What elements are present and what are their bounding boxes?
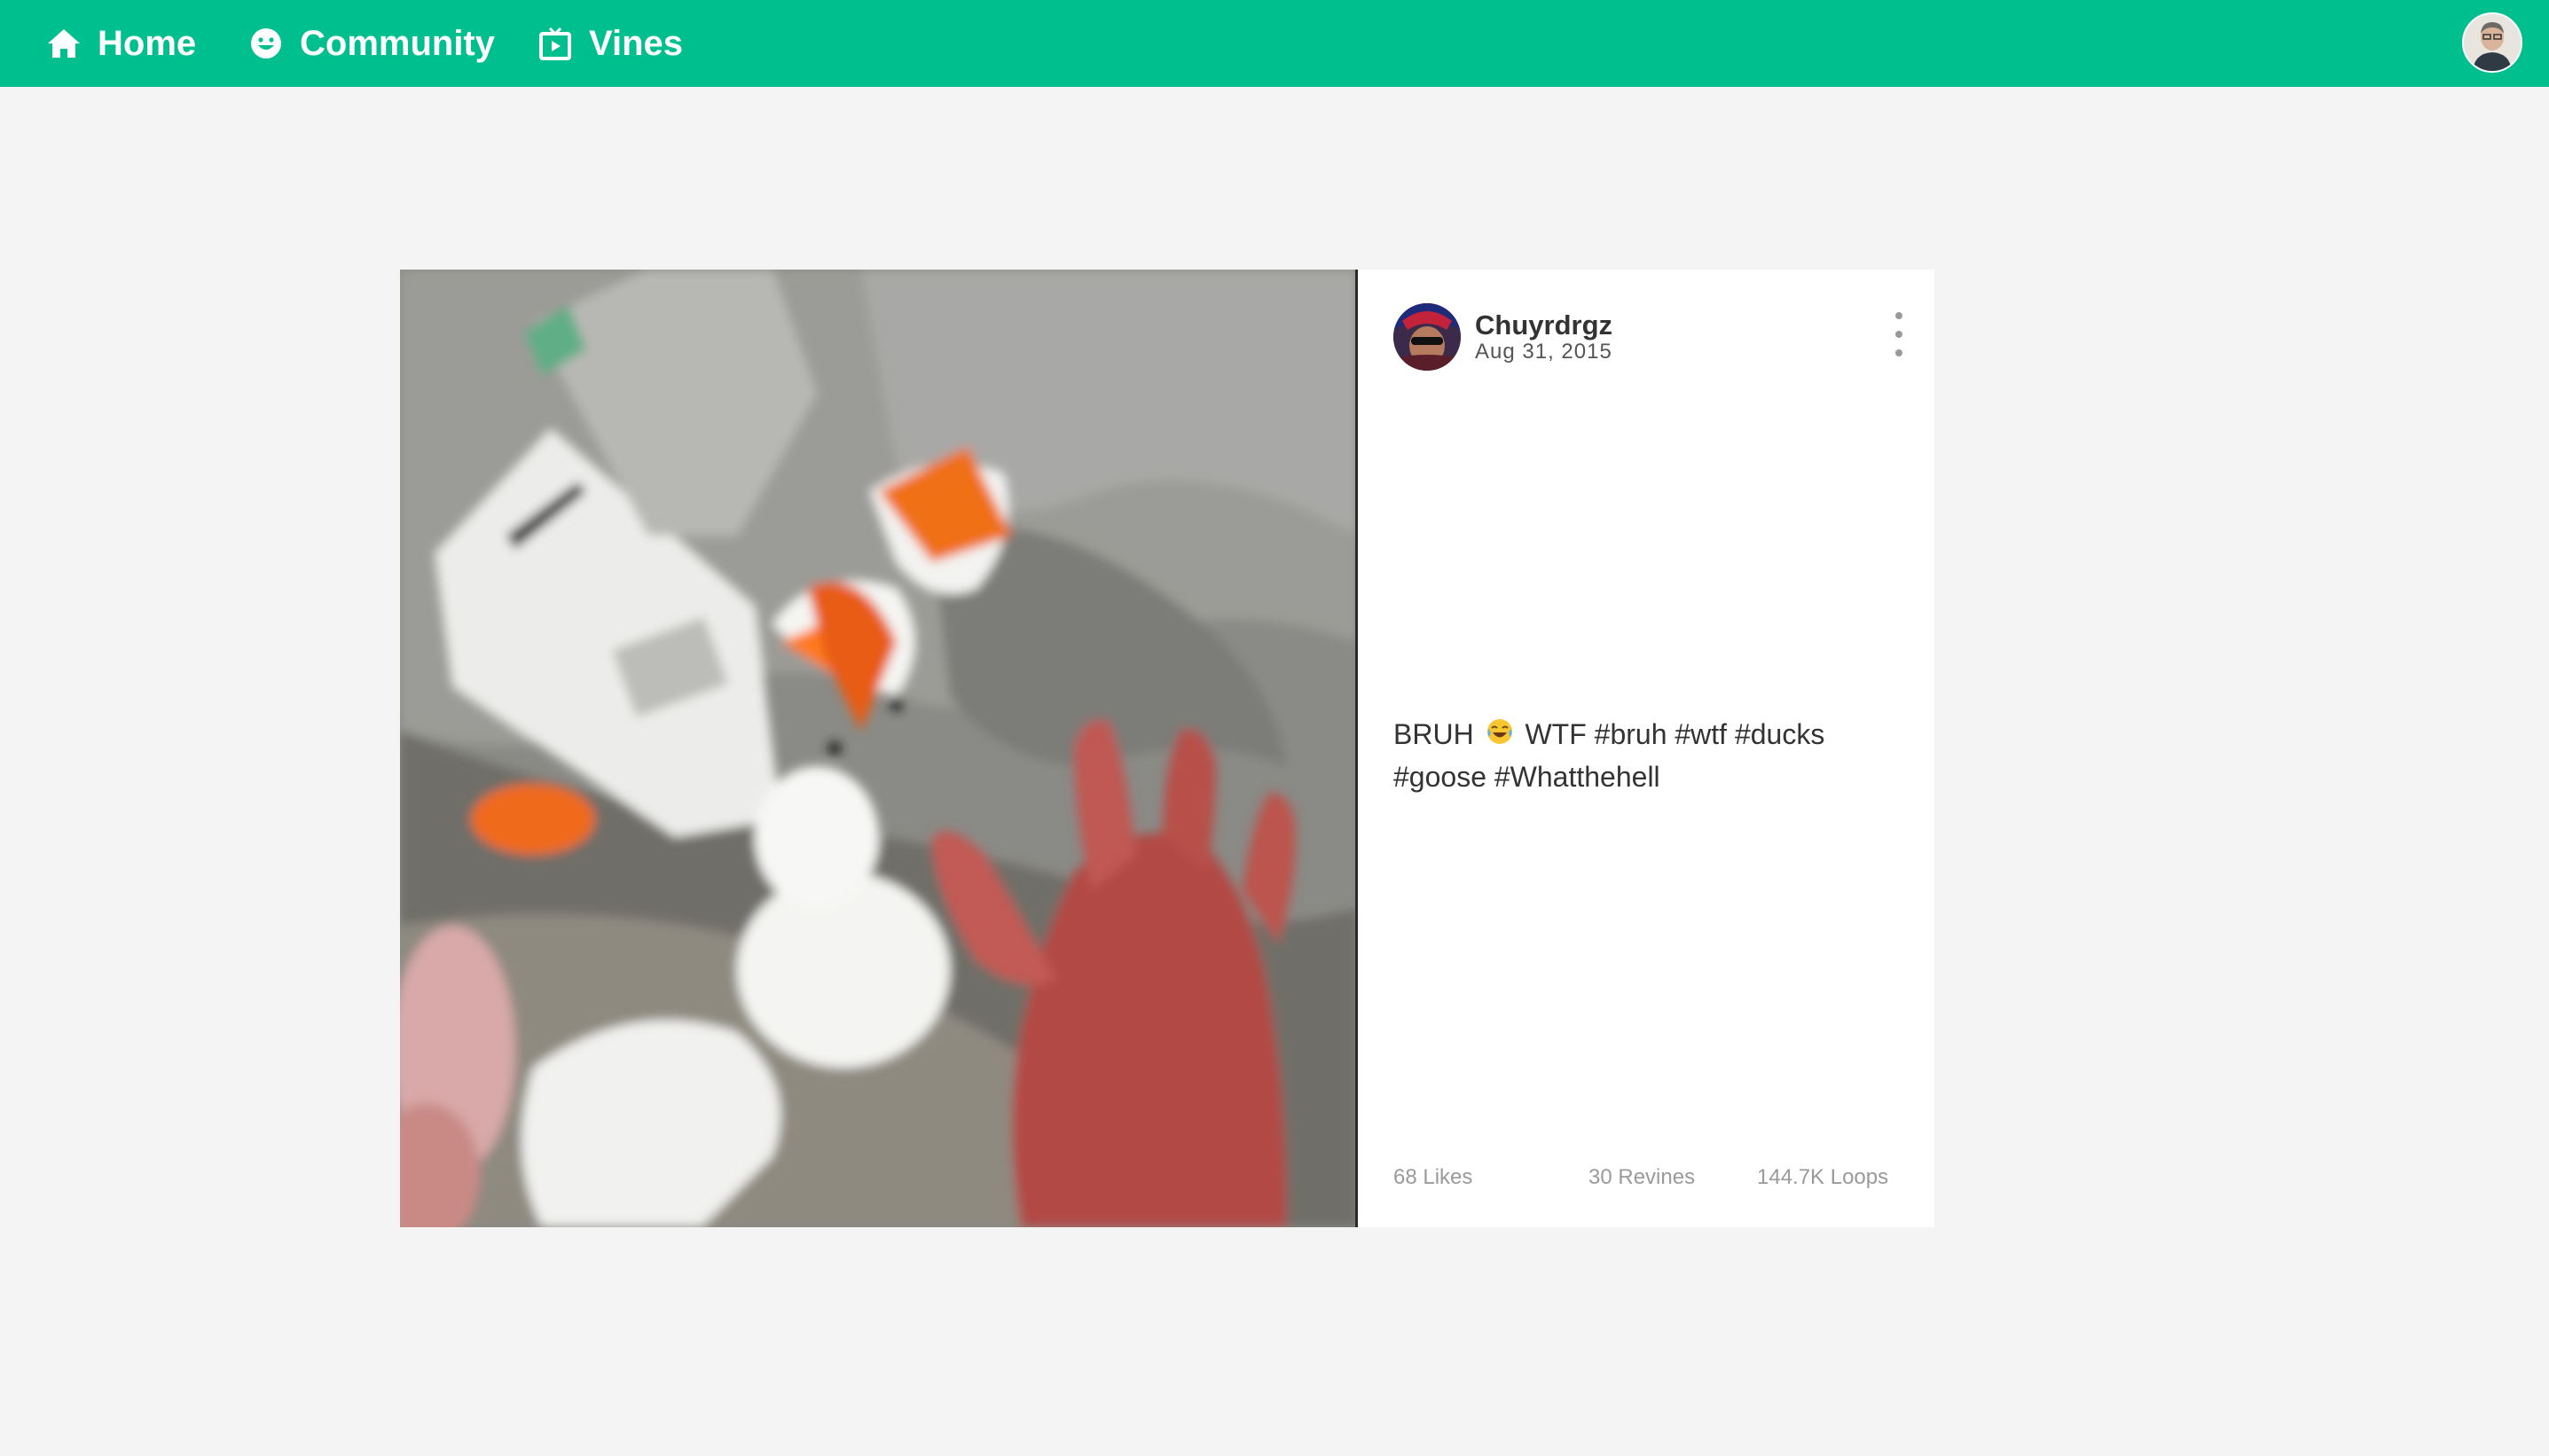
more-dot-icon	[1895, 349, 1902, 356]
author-name[interactable]: Chuyrdrgz	[1475, 310, 1612, 341]
more-dot-icon	[1895, 331, 1902, 338]
author-block: Chuyrdrgz Aug 31, 2015	[1393, 303, 1612, 371]
post-card: Chuyrdrgz Aug 31, 2015 BRUH WTF #bruh #w…	[400, 270, 1934, 1227]
video-player[interactable]	[400, 270, 1358, 1227]
nav-home[interactable]: Home	[44, 0, 196, 87]
top-nav-bar: Home Community Vines	[0, 0, 2549, 87]
more-dot-icon	[1895, 312, 1902, 319]
tv-play-icon	[536, 24, 575, 63]
nav-community-label: Community	[300, 23, 495, 63]
author-text: Chuyrdrgz Aug 31, 2015	[1475, 310, 1612, 364]
more-options-button[interactable]	[1890, 312, 1908, 356]
face-with-tears-of-joy-icon	[1486, 715, 1514, 744]
likes-count[interactable]: 68 Likes	[1393, 1165, 1472, 1190]
author-avatar[interactable]	[1393, 303, 1461, 371]
post-info-panel: Chuyrdrgz Aug 31, 2015 BRUH WTF #bruh #w…	[1358, 270, 1934, 1227]
smiley-icon	[247, 24, 286, 63]
loops-count: 144.7K Loops	[1757, 1165, 1889, 1189]
user-avatar[interactable]	[2462, 12, 2522, 73]
post-caption: BRUH WTF #bruh #wtf #ducks #goose #Whatt…	[1393, 713, 1890, 798]
caption-text-start: BRUH	[1393, 718, 1474, 750]
home-icon	[44, 24, 83, 63]
video-frame-image	[400, 270, 1355, 1227]
nav-vines[interactable]: Vines	[536, 0, 683, 87]
nav-home-label: Home	[98, 23, 197, 63]
nav-community[interactable]: Community	[247, 0, 495, 87]
nav-vines-label: Vines	[589, 23, 683, 63]
revines-count[interactable]: 30 Revines	[1588, 1165, 1695, 1190]
post-date: Aug 31, 2015	[1475, 340, 1612, 364]
